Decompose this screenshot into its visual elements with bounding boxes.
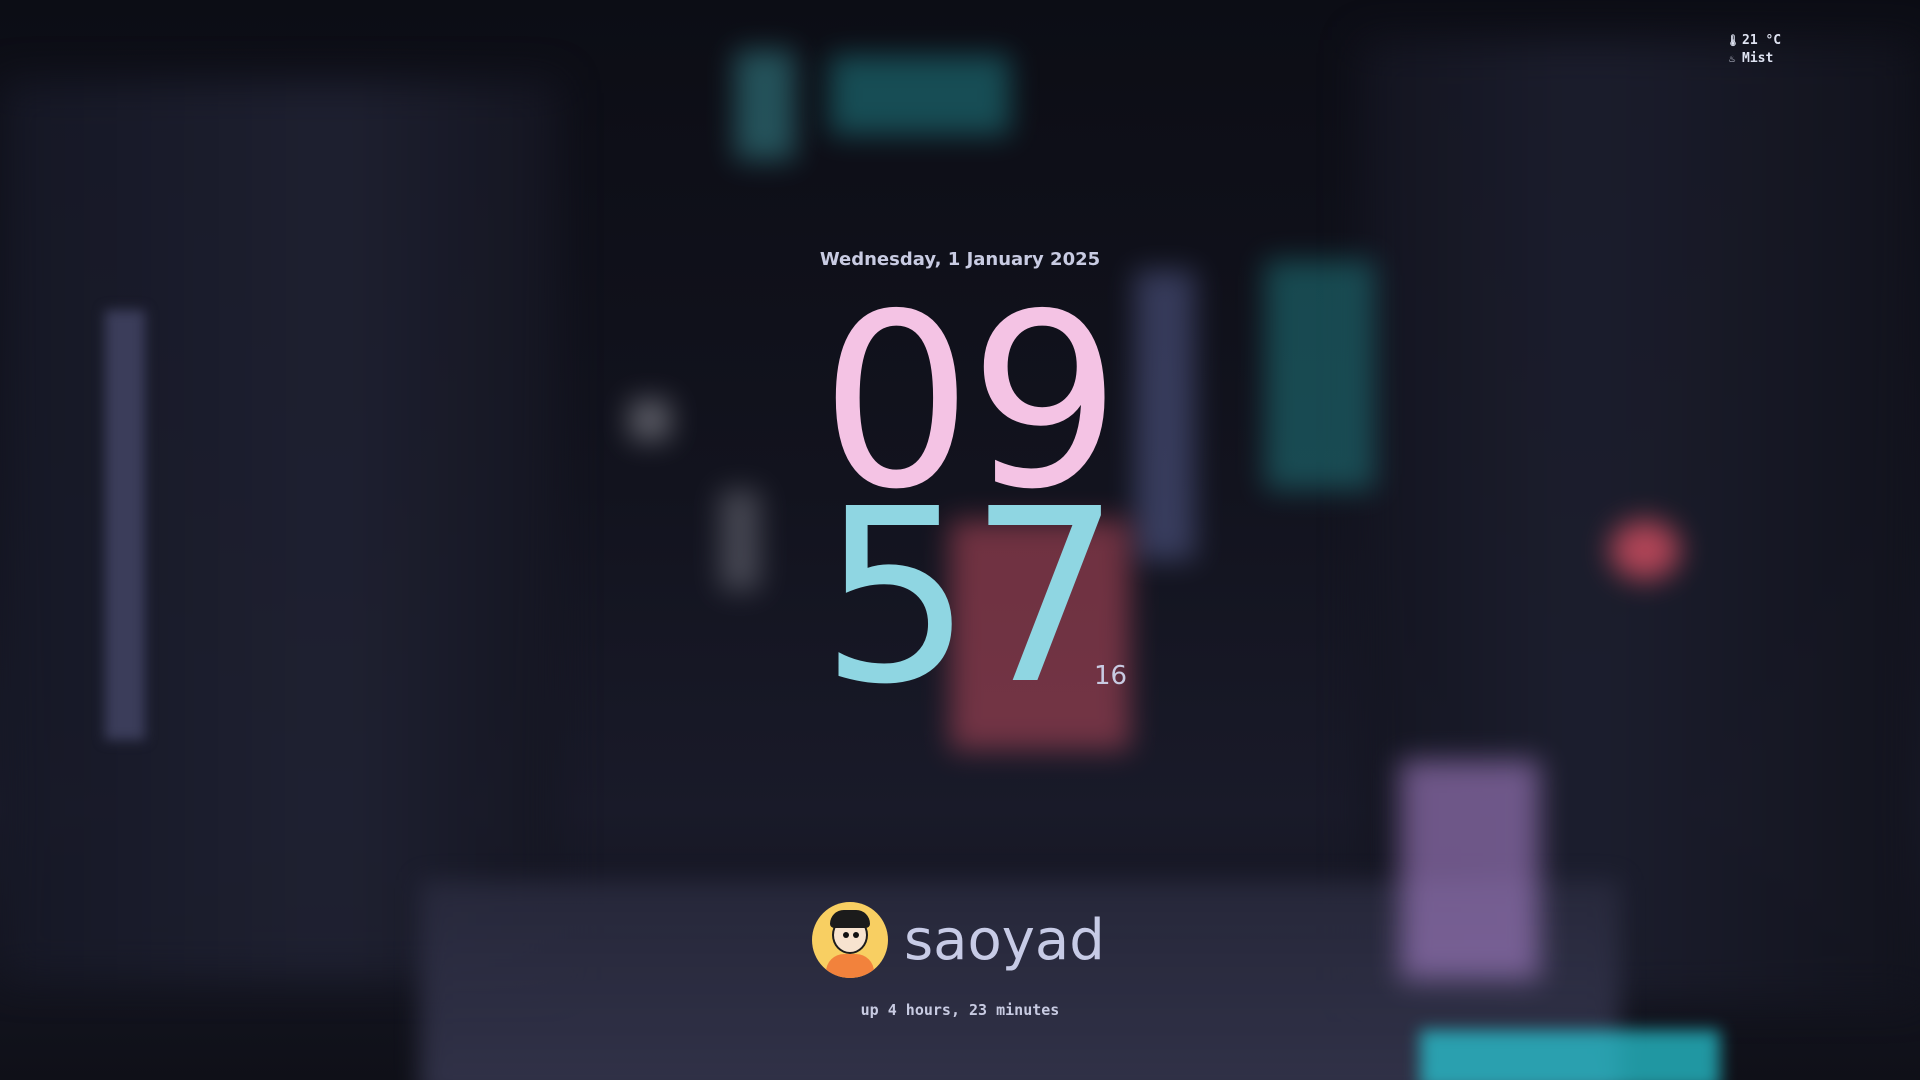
clock-seconds: 16 xyxy=(1094,661,1128,691)
weather-widget: 🌡 21 °C ♨ Mist xyxy=(1726,32,1781,68)
avatar[interactable] xyxy=(812,902,888,978)
weather-temperature: 21 °C xyxy=(1742,33,1782,48)
uptime-label: up 4 hours, 23 minutes xyxy=(860,1001,1060,1019)
user-block: saoyad xyxy=(812,902,1105,978)
weather-condition-row: ♨ Mist xyxy=(1726,50,1781,68)
thermometer-icon: 🌡 xyxy=(1726,34,1740,47)
weather-condition: Mist xyxy=(1742,51,1774,66)
username: saoyad xyxy=(904,907,1105,973)
mist-icon: ♨ xyxy=(1728,52,1736,65)
clock: 09 57 xyxy=(820,282,1121,737)
clock-minutes: 57 xyxy=(820,457,1121,737)
weather-temperature-row: 🌡 21 °C xyxy=(1726,32,1781,50)
